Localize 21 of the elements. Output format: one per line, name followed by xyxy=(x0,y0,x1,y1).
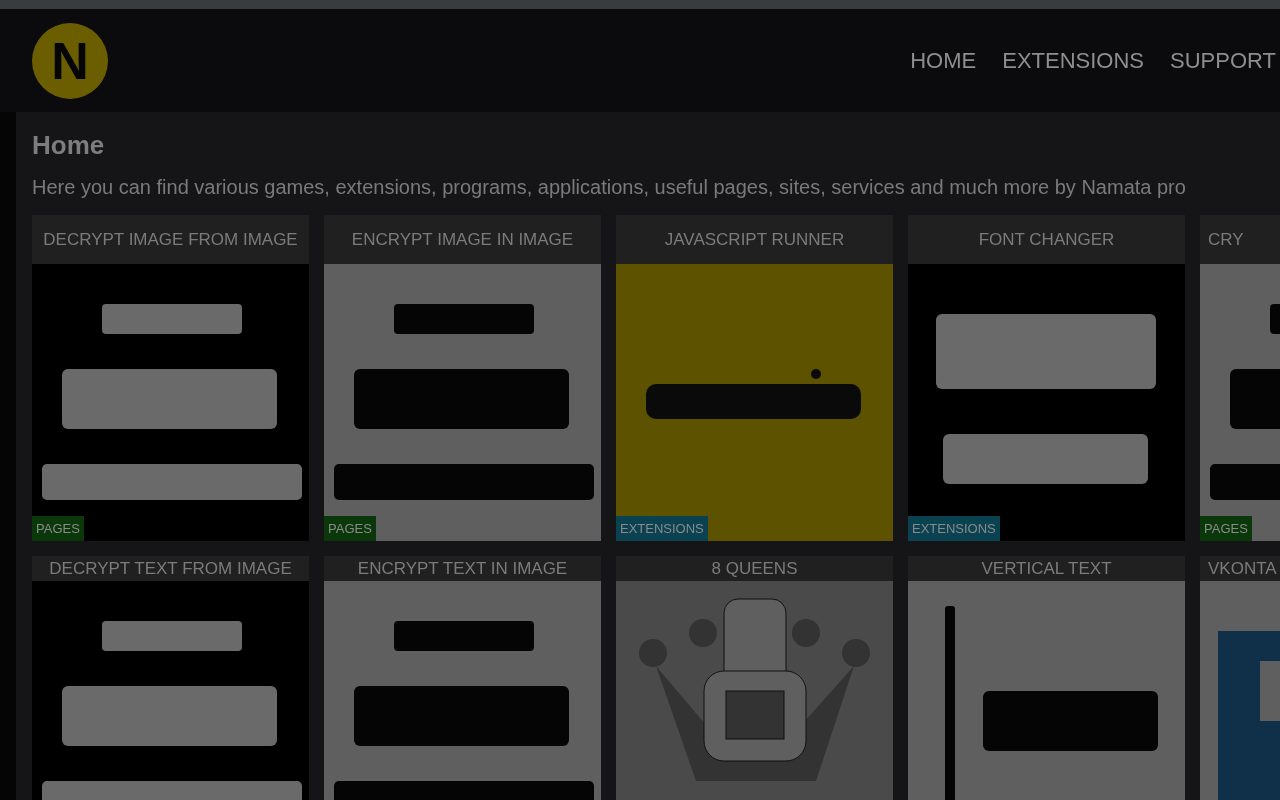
card-title[interactable]: VERTICAL TEXT xyxy=(908,556,1185,581)
category-tag[interactable]: PAGES xyxy=(324,516,376,541)
category-tag[interactable]: PAGES xyxy=(1200,516,1252,541)
card-title[interactable]: FONT CHANGER xyxy=(908,215,1185,264)
card-title[interactable]: VKONTA xyxy=(1200,556,1280,581)
card-title[interactable]: 8 QUEENS xyxy=(616,556,893,581)
card-title[interactable]: ENCRYPT IMAGE IN IMAGE xyxy=(324,215,601,264)
page-title: Home xyxy=(32,129,106,162)
card-title[interactable]: DECRYPT IMAGE FROM IMAGE xyxy=(32,215,309,264)
nav-link[interactable]: HOME xyxy=(910,44,977,77)
nav-link[interactable]: EXTENSIONS xyxy=(1002,44,1145,77)
category-tag[interactable]: EXTENSIONS xyxy=(616,516,708,541)
nav-link[interactable]: SUPPORT xyxy=(1170,44,1276,77)
category-tag[interactable]: EXTENSIONS xyxy=(908,516,1000,541)
card-title[interactable]: DECRYPT TEXT FROM IMAGE xyxy=(32,556,309,581)
card-title[interactable]: JAVASCRIPT RUNNER xyxy=(616,215,893,264)
logo[interactable]: N xyxy=(32,22,108,99)
card-title[interactable]: CRY xyxy=(1200,215,1280,264)
card-title[interactable]: ENCRYPT TEXT IN IMAGE xyxy=(324,556,601,581)
category-tag[interactable]: PAGES xyxy=(32,516,84,541)
page-description: Here you can find various games, extensions, programs, applications, useful pages, sites, services and much more by Namata pro xyxy=(32,175,1187,200)
